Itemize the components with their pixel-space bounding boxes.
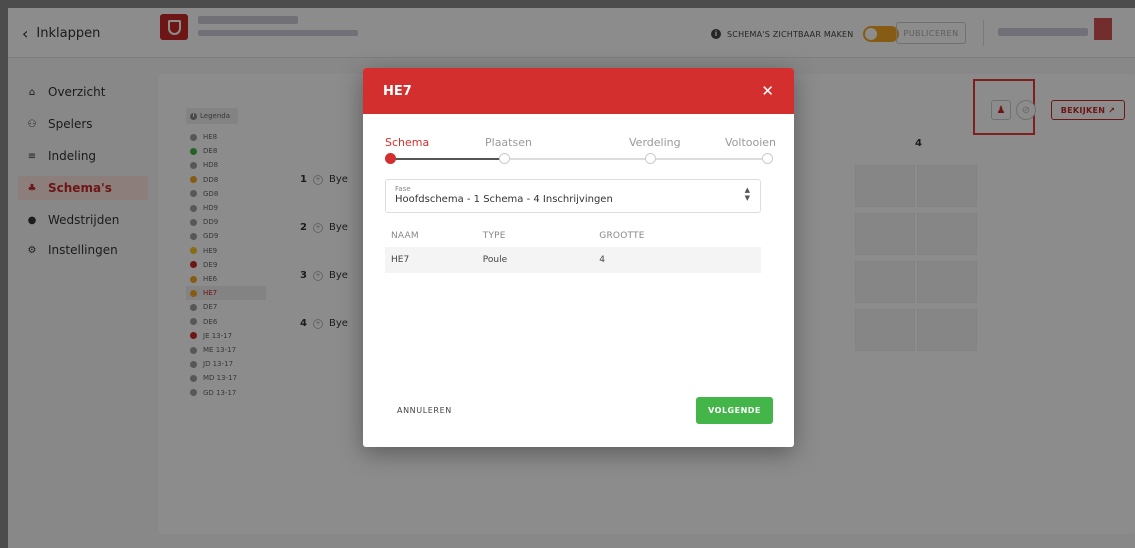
cell-naam: HE7 xyxy=(385,247,483,273)
step-dot-schema xyxy=(385,153,396,164)
next-button[interactable]: VOLGENDE xyxy=(696,397,773,424)
step-dot-plaatsen xyxy=(499,153,510,164)
fase-label: Fase xyxy=(395,185,411,193)
fase-select[interactable]: Fase Hoofdschema - 1 Schema - 4 Inschrij… xyxy=(385,179,761,213)
wizard-stepper: Schema Plaatsen Verdeling Voltooien xyxy=(385,136,776,166)
dialog-header: HE7 ✕ xyxy=(363,68,794,114)
fase-value: Hoofdschema - 1 Schema - 4 Inschrijvinge… xyxy=(395,194,613,205)
cancel-button[interactable]: ANNULEREN xyxy=(397,406,452,415)
table-header-row: NAAM TYPE GROOTTE xyxy=(385,225,761,247)
step-dot-voltooien xyxy=(762,153,773,164)
stepper-progress xyxy=(389,158,504,160)
dialog-title: HE7 xyxy=(383,83,412,99)
column-header-type: TYPE xyxy=(482,231,506,241)
schema-wizard-dialog: HE7 ✕ Schema Plaatsen Verdeling Voltooie… xyxy=(363,68,794,447)
close-icon[interactable]: ✕ xyxy=(761,82,774,100)
step-dot-verdeling xyxy=(645,153,656,164)
column-header-naam: NAAM xyxy=(391,231,419,241)
select-arrows-icon: ▲ ▼ xyxy=(744,186,750,202)
cell-type: Poule xyxy=(482,247,600,273)
column-header-grootte: GROOTTE xyxy=(599,231,645,241)
step-plaatsen[interactable]: Plaatsen xyxy=(485,136,532,149)
step-voltooien[interactable]: Voltooien xyxy=(725,136,776,149)
step-verdeling[interactable]: Verdeling xyxy=(629,136,681,149)
table-row[interactable]: HE7 Poule 4 xyxy=(385,247,761,273)
schema-table: NAAM TYPE GROOTTE HE7 Poule 4 xyxy=(385,225,761,273)
step-schema[interactable]: Schema xyxy=(385,136,429,149)
cell-grootte: 4 xyxy=(599,247,761,273)
